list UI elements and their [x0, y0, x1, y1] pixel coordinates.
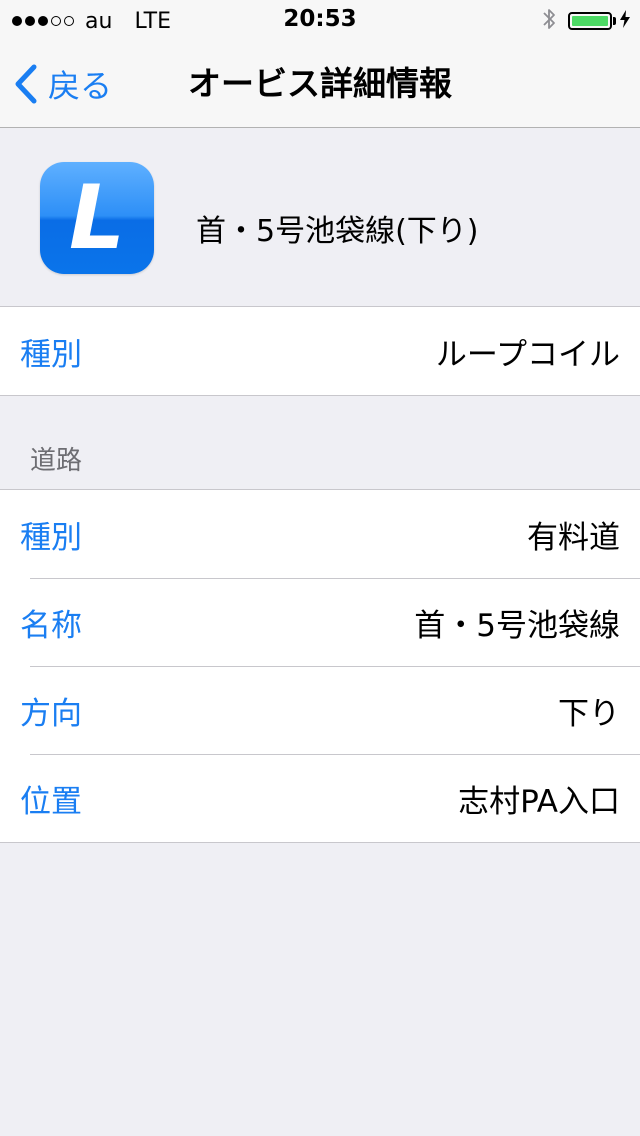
- loop-coil-icon: L: [40, 162, 154, 274]
- page-title: オービス詳細情報: [188, 64, 452, 103]
- table-row: 種別 有料道: [0, 490, 640, 578]
- table-row: 位置 志村PA入口: [0, 754, 640, 842]
- status-right: [542, 7, 630, 35]
- row-value: 下り: [558, 695, 620, 732]
- battery-fill: [572, 16, 608, 26]
- table-row: 名称 首・5号池袋線: [0, 578, 640, 666]
- battery-icon: [568, 12, 616, 30]
- row-value: ループコイル: [435, 336, 620, 373]
- type-section: 種別 ループコイル: [0, 306, 640, 396]
- row-label: 位置: [20, 783, 82, 820]
- row-label: 種別: [20, 519, 82, 556]
- row-value: 首・5号池袋線: [414, 607, 620, 644]
- battery-body: [568, 12, 612, 30]
- row-value: 有料道: [527, 519, 620, 556]
- row-label: 方向: [20, 695, 82, 732]
- bluetooth-icon: [542, 7, 556, 35]
- detail-header: L 首・5号池袋線(下り): [0, 128, 640, 306]
- icon-letter: L: [68, 166, 126, 269]
- table-row: 方向 下り: [0, 666, 640, 754]
- table-row: 種別 ループコイル: [0, 307, 640, 395]
- route-title: 首・5号池袋線(下り): [196, 214, 479, 249]
- row-label: 名称: [20, 607, 82, 644]
- road-section: 種別 有料道 名称 首・5号池袋線 方向 下り 位置 志村PA入口: [0, 489, 640, 843]
- navigation-bar: 戻る オービス詳細情報: [0, 40, 640, 128]
- battery-tip: [613, 17, 616, 25]
- row-label: 種別: [20, 336, 82, 373]
- status-bar: au LTE 20:53: [0, 0, 640, 40]
- charging-bolt-icon: [620, 10, 630, 32]
- row-value: 志村PA入口: [458, 783, 620, 820]
- section-header-road: 道路: [30, 446, 83, 476]
